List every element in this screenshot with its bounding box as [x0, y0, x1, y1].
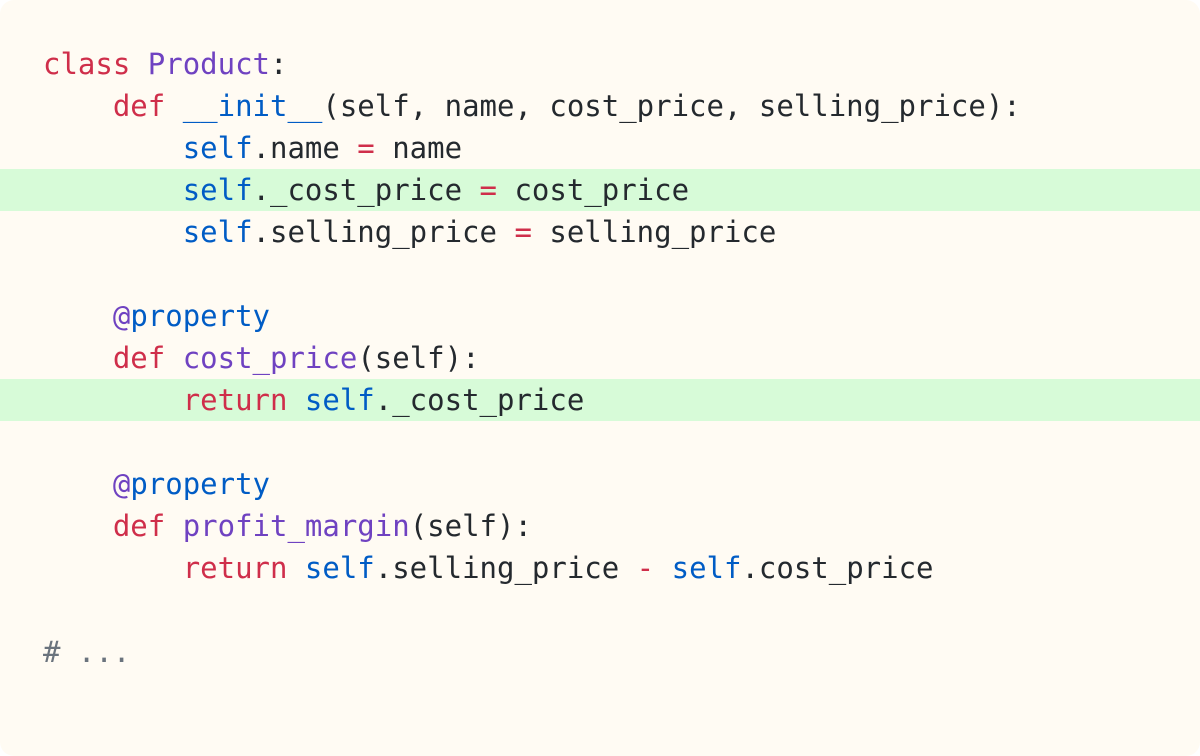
- code-token-plain: (self, name, cost_price, selling_price):: [322, 89, 1021, 123]
- code-token-plain: name: [374, 131, 463, 165]
- code-line: @property: [0, 295, 1200, 337]
- code-line: def cost_price(self):: [0, 337, 1200, 379]
- code-line: @property: [0, 463, 1200, 505]
- code-token-deco-at: @: [112, 467, 131, 501]
- code-token-plain: .selling_price: [374, 551, 637, 585]
- code-token-plain: ._cost_price: [252, 173, 480, 207]
- code-token-fn: profit_margin: [182, 509, 410, 543]
- code-token-plain: .selling_price: [252, 215, 515, 249]
- code-token-kw: def: [112, 341, 166, 375]
- code-token-plain: cost_price: [496, 173, 690, 207]
- code-token-comment: # ...: [43, 635, 131, 669]
- code-token-kw: class: [43, 47, 131, 81]
- code-token-plain: :: [270, 47, 288, 81]
- code-token-plain: selling_price: [531, 215, 777, 249]
- highlighted-code-line: self._cost_price = cost_price: [0, 169, 1200, 211]
- code-token-cls: Product: [147, 47, 270, 81]
- code-line: self.name = name: [0, 127, 1200, 169]
- code-block: class Product: def __init__(self, name, …: [0, 43, 1200, 673]
- code-token-op: =: [514, 215, 532, 249]
- code-line: return self.selling_price - self.cost_pr…: [0, 547, 1200, 589]
- code-token-fn: cost_price: [182, 341, 358, 375]
- code-token-plain: (self):: [409, 509, 532, 543]
- code-token-op: -: [636, 551, 655, 585]
- code-token-kw: return: [182, 551, 288, 585]
- code-token-selfk: self: [304, 383, 375, 417]
- code-token-plain: ._cost_price: [374, 383, 585, 417]
- code-token-selfk: self: [304, 551, 375, 585]
- code-line: self.selling_price = selling_price: [0, 211, 1200, 253]
- code-token-selfk: self: [182, 131, 253, 165]
- code-line: def __init__(self, name, cost_price, sel…: [0, 85, 1200, 127]
- code-token-plain: .name: [252, 131, 358, 165]
- code-line: def profit_margin(self):: [0, 505, 1200, 547]
- code-token-selfk: self: [182, 215, 253, 249]
- code-token-dunder: __init__: [182, 89, 323, 123]
- code-line: # ...: [0, 631, 1200, 673]
- highlighted-code-line: return self._cost_price: [0, 379, 1200, 421]
- code-token-plain: .cost_price: [741, 551, 934, 585]
- code-token-plain: (self):: [357, 341, 480, 375]
- code-token-op: =: [357, 131, 375, 165]
- code-token-selfk: self: [671, 551, 742, 585]
- code-token-deco-at: @: [112, 299, 131, 333]
- code-token-kw: return: [182, 383, 288, 417]
- code-token-deco: property: [130, 299, 270, 333]
- code-token-selfk: self: [182, 173, 253, 207]
- code-token-kw: def: [112, 89, 166, 123]
- code-token-op: =: [479, 173, 497, 207]
- code-panel: class Product: def __init__(self, name, …: [0, 0, 1200, 756]
- code-line: class Product:: [0, 43, 1200, 85]
- code-token-kw: def: [112, 509, 166, 543]
- code-token-deco: property: [130, 467, 270, 501]
